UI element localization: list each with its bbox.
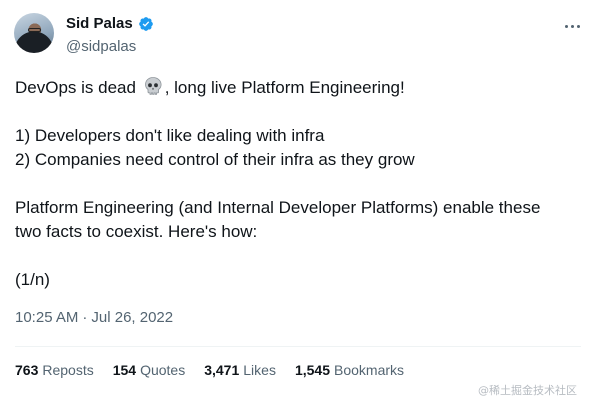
avatar[interactable] [14,13,54,53]
tweet-date: Jul 26, 2022 [91,309,174,326]
tweet-time: 10:25 AM [15,309,79,326]
quotes-label: Quotes [140,362,186,378]
divider [15,346,581,347]
likes-label: Likes [243,362,276,378]
skull-icon [144,77,162,95]
author-name-row: Sid Palas [66,15,154,32]
likes-count: 3,471 [204,362,240,378]
reposts-label: Reposts [42,362,94,378]
verified-badge-icon [138,16,153,31]
quotes-stat[interactable]: 154 Quotes [113,362,186,378]
engagement-stats: 763 Reposts 154 Quotes 3,471 Likes 1,545 Boo… [15,362,423,378]
tweet-line-1-end: , long live Platform Engineering! [164,78,405,97]
tweet-line-1: DevOps is dead , long live Platform Engi… [15,76,575,100]
quotes-count: 154 [112,362,137,378]
tweet-line-4: Platform Engineering (and Internal Devel… [15,198,541,217]
tweet-line-5: two facts to coexist. Here's how: [15,222,258,241]
timestamp-separator: · [82,309,88,326]
bookmarks-count: 1,545 [294,362,330,378]
bookmarks-stat[interactable]: 1,545 Bookmarks [295,362,404,378]
tweet-text: DevOps is dead , long live Platform Engi… [15,76,575,292]
reposts-stat[interactable]: 763 Reposts [15,362,94,378]
likes-stat[interactable]: 3,471 Likes [204,362,276,378]
reposts-count: 763 [15,362,39,378]
more-options-icon[interactable] [560,16,584,36]
tweet-line-6: (1/n) [15,270,50,289]
author-display-name[interactable]: Sid Palas [66,15,133,32]
tweet-line-3: 2) Companies need control of their infra… [15,150,415,169]
tweet-timestamp[interactable]: 10:25 AM · Jul 26, 2022 [15,309,173,326]
tweet-line-1-start: DevOps is dead [15,78,136,97]
watermark: @稀土掘金技术社区 [478,384,577,397]
author-handle[interactable]: @sidpalas [66,38,136,55]
avatar-glasses [28,28,41,32]
bookmarks-label: Bookmarks [334,362,405,378]
tweet-line-2: 1) Developers don't like dealing with in… [15,126,325,145]
